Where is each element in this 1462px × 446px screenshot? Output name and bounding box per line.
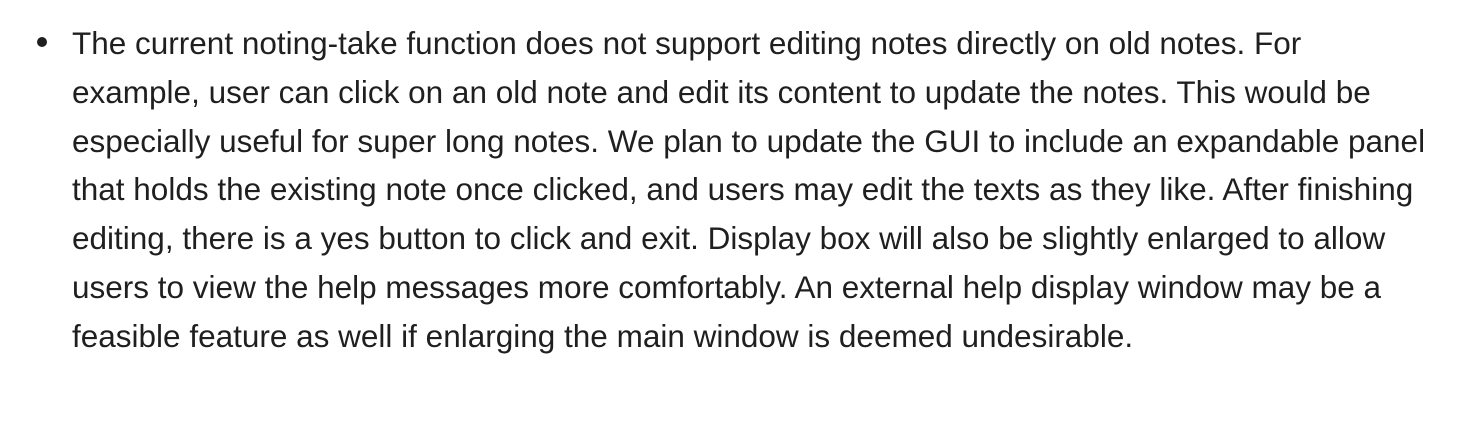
bullet-point: [37, 37, 47, 47]
list-item-text: The current noting-take function does no…: [72, 25, 1426, 354]
list-item-body: The current noting-take function does no…: [72, 19, 1432, 361]
document-page: The current noting-take function does no…: [0, 0, 1462, 446]
